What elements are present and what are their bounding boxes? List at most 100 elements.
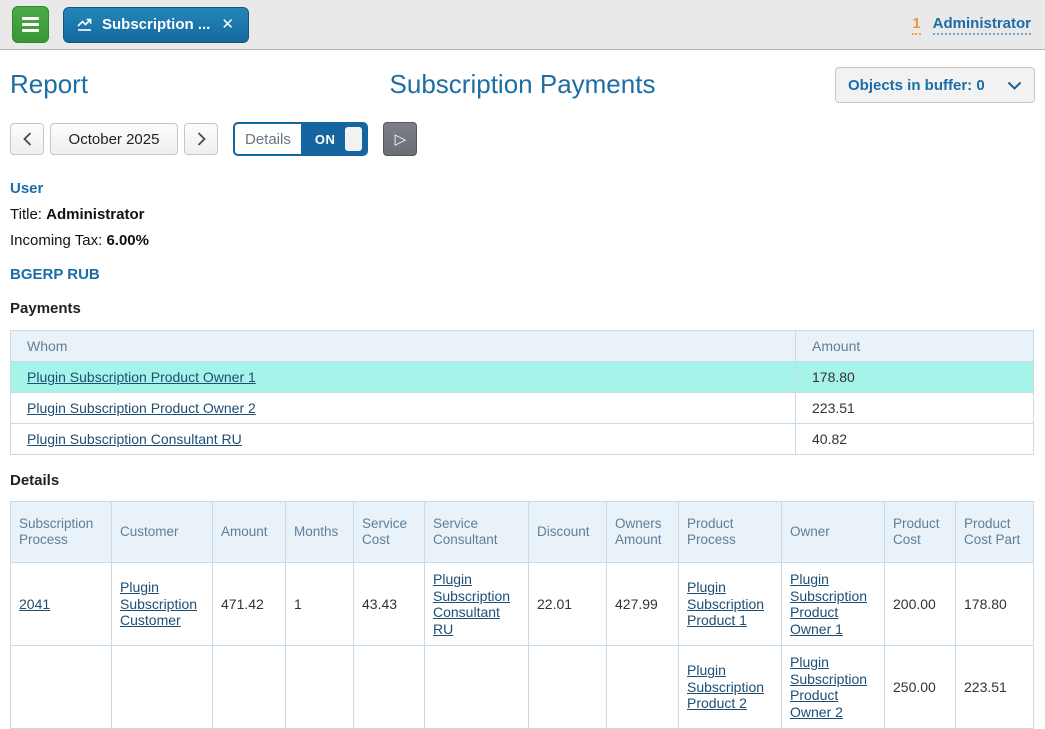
details-column-header: Owner <box>782 502 885 563</box>
hamburger-icon <box>22 29 39 32</box>
details-column-header: Service Consultant <box>425 502 529 563</box>
chart-trend-icon <box>76 17 93 32</box>
details-cell: 22.01 <box>529 563 607 646</box>
user-menu-link[interactable]: Administrator <box>933 15 1031 35</box>
title-value: Administrator <box>46 206 144 223</box>
payments-table: Whom Amount Plugin Subscription Product … <box>10 330 1034 455</box>
menu-button[interactable] <box>12 6 49 43</box>
details-cell: Plugin Subscription Product Owner 1 <box>782 563 885 646</box>
title-label: Title: <box>10 206 42 223</box>
payments-heading: Payments <box>10 300 1035 317</box>
table-row: Plugin Subscription Product Owner 2 223.5… <box>11 393 1034 424</box>
column-header-whom: Whom <box>11 331 796 362</box>
next-period-button[interactable] <box>184 123 218 155</box>
details-cell: Plugin Subscription Consultant RU <box>425 563 529 646</box>
details-cell-link[interactable]: 2041 <box>19 596 50 612</box>
details-table-body: 2041 Plugin Subscription Customer 471.421 4… <box>11 563 1034 729</box>
details-column-header: Owners Amount <box>607 502 679 563</box>
details-cell: 178.80 <box>956 563 1034 646</box>
incoming-tax-value: 6.00% <box>106 232 149 249</box>
details-cell <box>607 646 679 729</box>
topbar-right: 1 Administrator <box>912 0 1031 50</box>
payments-table-body: Plugin Subscription Product Owner 1 178.8… <box>11 362 1034 455</box>
details-column-header: Amount <box>213 502 286 563</box>
details-cell: 427.99 <box>607 563 679 646</box>
currency-heading: BGERP RUB <box>10 266 1035 283</box>
tab-label: Subscription ... <box>102 16 210 33</box>
details-toggle-label: Details <box>235 131 301 148</box>
details-cell: Plugin Subscription Customer <box>112 563 213 646</box>
payments-header-row: Whom Amount <box>11 331 1034 362</box>
details-column-header: Product Process <box>679 502 782 563</box>
buffer-count-badge[interactable]: 1 <box>912 15 920 35</box>
details-cell-link[interactable]: Plugin Subscription Product Owner 2 <box>790 654 867 720</box>
header-row: Report Subscription Payments Objects in … <box>10 67 1035 107</box>
details-cell: 250.00 <box>885 646 956 729</box>
details-cell: Plugin Subscription Product 1 <box>679 563 782 646</box>
details-cell: 471.42 <box>213 563 286 646</box>
toolbar: October 2025 Details ON ▷ <box>10 122 1035 156</box>
objects-in-buffer-label: Objects in buffer: 0 <box>848 77 985 94</box>
payment-whom-link[interactable]: Plugin Subscription Product Owner 2 <box>27 400 256 416</box>
chevron-left-icon <box>22 131 33 147</box>
hamburger-icon <box>22 23 39 26</box>
details-toggle[interactable]: Details ON <box>233 122 368 156</box>
details-cell-link[interactable]: Plugin Subscription Product 1 <box>687 579 764 628</box>
details-cell: 223.51 <box>956 646 1034 729</box>
chevron-right-icon <box>196 131 207 147</box>
details-column-header: Product Cost Part <box>956 502 1034 563</box>
details-cell-link[interactable]: Plugin Subscription Customer <box>120 579 197 628</box>
details-column-header: Customer <box>112 502 213 563</box>
details-cell <box>213 646 286 729</box>
details-cell: Plugin Subscription Product 2 <box>679 646 782 729</box>
details-column-header: Discount <box>529 502 607 563</box>
details-cell <box>286 646 354 729</box>
details-cell <box>11 646 112 729</box>
topbar: Subscription ... ✕ 1 Administrator <box>0 0 1045 50</box>
payment-amount-cell: 178.80 <box>796 362 1034 393</box>
payment-whom-link[interactable]: Plugin Subscription Product Owner 1 <box>27 369 256 385</box>
user-section-heading: User <box>10 180 1035 197</box>
details-column-header: Service Cost <box>354 502 425 563</box>
toggle-state-text: ON <box>315 132 336 147</box>
details-cell-link[interactable]: Plugin Subscription Consultant RU <box>433 571 510 637</box>
prev-period-button[interactable] <box>10 123 44 155</box>
details-heading: Details <box>10 472 1035 489</box>
period-button[interactable]: October 2025 <box>50 123 178 155</box>
details-cell: 2041 <box>11 563 112 646</box>
details-cell: Plugin Subscription Product Owner 2 <box>782 646 885 729</box>
details-cell <box>354 646 425 729</box>
details-cell: 1 <box>286 563 354 646</box>
details-column-header: Months <box>286 502 354 563</box>
table-row: Plugin Subscription Consultant RU 40.82 <box>11 424 1034 455</box>
incoming-tax-line: Incoming Tax: 6.00% <box>10 232 1035 249</box>
table-row: Plugin Subscription Product 2 Plugin Subs… <box>11 646 1034 729</box>
table-row: Plugin Subscription Product Owner 1 178.8… <box>11 362 1034 393</box>
close-icon[interactable]: ✕ <box>219 15 236 34</box>
payment-amount-cell: 223.51 <box>796 393 1034 424</box>
hamburger-icon <box>22 17 39 20</box>
objects-in-buffer-dropdown[interactable]: Objects in buffer: 0 <box>835 67 1035 103</box>
column-header-amount: Amount <box>796 331 1034 362</box>
details-header-row: Subscription ProcessCustomerAmountMonths… <box>11 502 1034 563</box>
payment-amount-cell: 40.82 <box>796 424 1034 455</box>
content: Report Subscription Payments Objects in … <box>0 67 1045 729</box>
tab-subscription-payments[interactable]: Subscription ... ✕ <box>63 7 249 43</box>
details-cell <box>529 646 607 729</box>
details-cell: 200.00 <box>885 563 956 646</box>
details-cell-link[interactable]: Plugin Subscription Product Owner 1 <box>790 571 867 637</box>
play-icon: ▷ <box>395 130 407 148</box>
toggle-knob <box>345 127 362 151</box>
run-report-button[interactable]: ▷ <box>383 122 417 156</box>
chevron-down-icon <box>1007 81 1022 90</box>
toggle-on-segment: ON <box>301 122 367 156</box>
title-line: Title: Administrator <box>10 206 1035 223</box>
payment-whom-link[interactable]: Plugin Subscription Consultant RU <box>27 431 242 447</box>
details-cell <box>425 646 529 729</box>
incoming-tax-label: Incoming Tax: <box>10 232 102 249</box>
details-column-header: Product Cost <box>885 502 956 563</box>
app-window: Subscription ... ✕ 1 Administrator Repor… <box>0 0 1045 695</box>
details-column-header: Subscription Process <box>11 502 112 563</box>
table-row: 2041 Plugin Subscription Customer 471.421 4… <box>11 563 1034 646</box>
details-cell-link[interactable]: Plugin Subscription Product 2 <box>687 662 764 711</box>
